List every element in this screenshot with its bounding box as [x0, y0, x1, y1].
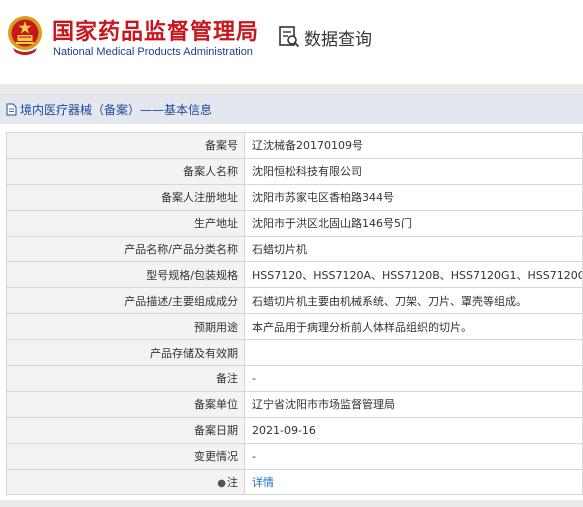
row-label: 备案日期	[6, 416, 245, 444]
document-search-icon	[279, 26, 300, 48]
table-row: 生产地址 沈阳市于洪区北固山路146号5门	[6, 209, 583, 237]
data-query-link[interactable]: 数据查询	[278, 24, 372, 50]
footer-divider	[0, 500, 583, 507]
row-value: -	[244, 365, 583, 392]
info-table-container: 备案号 辽沈械备20170109号 备案人名称 沈阳恒松科技有限公司 备案人注册…	[6, 132, 583, 496]
breadcrumb: 境内医疗器械（备案）——基本信息	[20, 103, 213, 117]
row-value	[244, 339, 583, 367]
row-value: 辽沈械备20170109号	[244, 132, 583, 159]
document-icon	[6, 103, 17, 116]
row-label: 备案号	[6, 132, 245, 159]
table-row: 变更情况 -	[6, 442, 583, 470]
row-value: 石蜡切片机主要由机械系统、刀架、刀片、罩壳等组成。	[244, 287, 583, 315]
table-row: ●注 详情	[6, 468, 583, 496]
site-title-cn: 国家药品监督管理局	[52, 20, 260, 45]
site-title-en: National Medical Products Administration	[53, 46, 253, 58]
header-divider	[0, 84, 583, 94]
site-header: 国家药品监督管理局 National Medical Products Admi…	[0, 0, 583, 72]
row-label: 产品描述/主要组成成分	[6, 287, 245, 315]
row-value: 辽宁省沈阳市市场监督管理局	[244, 390, 583, 418]
details-link[interactable]: 详情	[252, 476, 274, 489]
row-label: 生产地址	[6, 209, 245, 237]
row-label: 预期用途	[6, 313, 245, 341]
row-value: -	[244, 442, 583, 470]
table-row: 备案人注册地址 沈阳市苏家屯区香柏路344号	[6, 183, 583, 211]
table-row: 产品描述/主要组成成分 石蜡切片机主要由机械系统、刀架、刀片、罩壳等组成。	[6, 287, 583, 315]
row-value: 沈阳市于洪区北固山路146号5门	[244, 209, 583, 237]
data-query-label: 数据查询	[304, 29, 372, 50]
table-row: 产品名称/产品分类名称 石蜡切片机	[6, 235, 583, 263]
row-label: 备注	[6, 365, 245, 392]
row-value: 沈阳市苏家屯区香柏路344号	[244, 183, 583, 211]
row-label: 变更情况	[6, 442, 245, 470]
row-value: 详情	[244, 468, 583, 496]
row-label: 注	[227, 476, 238, 490]
table-row: 备案号 辽沈械备20170109号	[6, 132, 583, 159]
row-value: 2021-09-16	[244, 416, 583, 444]
breadcrumb-bar: 境内医疗器械（备案）——基本信息	[0, 94, 583, 124]
row-value: 石蜡切片机	[244, 235, 583, 263]
row-value: HSS7120、HSS7120A、HSS7120B、HSS7120G1、HSS7…	[244, 261, 583, 289]
row-value: 沈阳恒松科技有限公司	[244, 157, 583, 185]
row-label: 备案人名称	[6, 157, 245, 185]
row-value: 本产品用于病理分析前人体样品组织的切片。	[244, 313, 583, 341]
table-row: 备案人名称 沈阳恒松科技有限公司	[6, 157, 583, 185]
table-row: 备案单位 辽宁省沈阳市市场监督管理局	[6, 390, 583, 418]
info-table: 备案号 辽沈械备20170109号 备案人名称 沈阳恒松科技有限公司 备案人注册…	[6, 132, 583, 496]
table-row: 产品存储及有效期	[6, 339, 583, 367]
row-label: 备案单位	[6, 390, 245, 418]
table-row: 型号规格/包装规格 HSS7120、HSS7120A、HSS7120B、HSS7…	[6, 261, 583, 289]
national-emblem-icon	[8, 16, 42, 55]
table-row: 备案日期 2021-09-16	[6, 416, 583, 444]
row-label: 产品存储及有效期	[6, 339, 245, 367]
note-label-cell: ●注	[6, 468, 245, 496]
row-label: 备案人注册地址	[6, 183, 245, 211]
row-label: 产品名称/产品分类名称	[6, 235, 245, 263]
location-pin-icon: ●	[217, 478, 226, 490]
row-label: 型号规格/包装规格	[6, 261, 245, 289]
table-row: 预期用途 本产品用于病理分析前人体样品组织的切片。	[6, 313, 583, 341]
table-row: 备注 -	[6, 365, 583, 392]
